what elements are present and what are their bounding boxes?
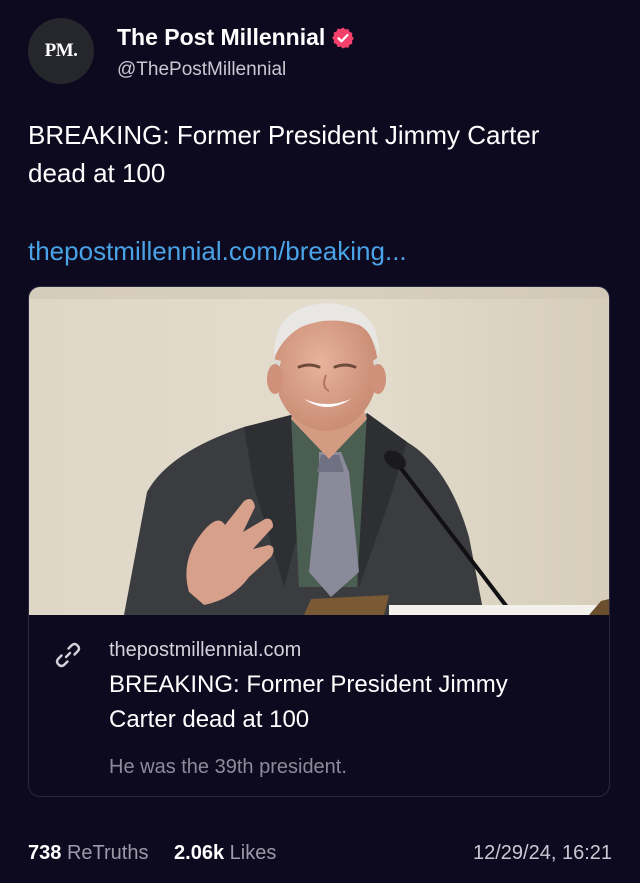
retruths-stat[interactable]: 738 ReTruths <box>28 842 148 865</box>
card-title: BREAKING: Former President Jimmy Carter … <box>109 671 508 733</box>
post-link[interactable]: thepostmillennial.com/breaking... <box>28 236 407 267</box>
avatar[interactable]: PM. <box>28 18 94 84</box>
account-name[interactable]: The Post Millennial <box>117 24 355 51</box>
card-description: He was the 39th president. <box>109 756 347 778</box>
account-name-text[interactable]: The Post Millennial <box>117 24 325 51</box>
news-photo[interactable] <box>29 287 609 615</box>
retruths-label: ReTruths <box>66 842 149 864</box>
link-icon <box>55 642 81 668</box>
link-preview-card[interactable]: thepostmillennial.com BREAKING: Former P… <box>28 286 610 797</box>
account-handle[interactable]: @ThePostMillennial <box>117 59 286 81</box>
likes-stat[interactable]: 2.06k Likes <box>174 842 276 865</box>
card-body[interactable]: thepostmillennial.com BREAKING: Former P… <box>29 615 609 796</box>
retruths-count: 738 <box>28 842 62 864</box>
post-text: BREAKING: Former President Jimmy Carter … <box>28 120 540 188</box>
likes-label: Likes <box>229 842 277 864</box>
post-stats: 738 ReTruths 2.06k Likes <box>28 842 296 865</box>
likes-count: 2.06k <box>174 842 225 864</box>
post-timestamp: 12/29/24, 16:21 <box>472 842 612 864</box>
card-domain: thepostmillennial.com <box>109 639 302 661</box>
verified-badge-icon <box>332 27 355 48</box>
post-header: PM. The Post Millennial @ThePostMillenni… <box>28 18 618 88</box>
